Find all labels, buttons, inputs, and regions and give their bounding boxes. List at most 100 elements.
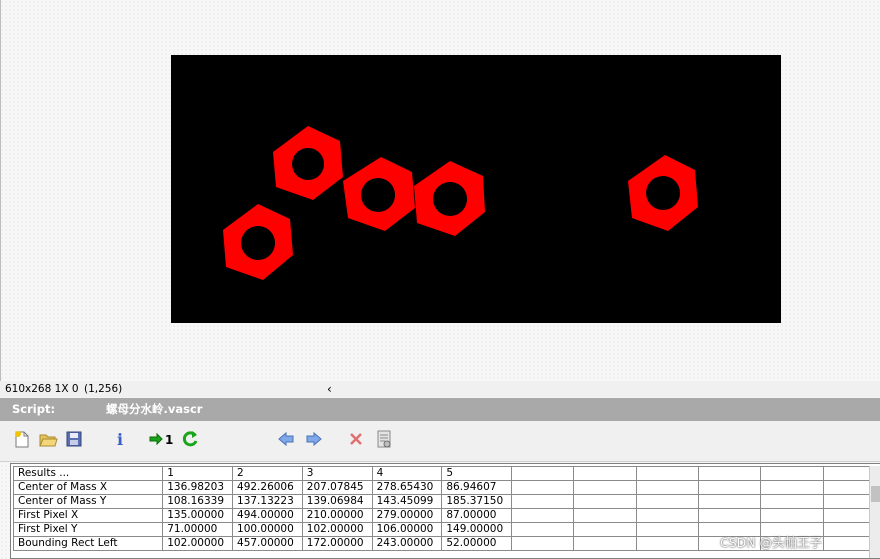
watermark: CSDN @头帕王子: [720, 532, 822, 551]
table-cell: 143.45099: [372, 495, 442, 509]
table-cell: 172.00000: [302, 537, 372, 551]
run-loop-button[interactable]: [180, 427, 200, 451]
scroll-left-icon[interactable]: ‹: [327, 381, 332, 397]
info-button[interactable]: i: [110, 427, 130, 451]
results-col-header[interactable]: [512, 467, 574, 481]
row-label: First Pixel X: [14, 509, 163, 523]
table-cell: 102.00000: [163, 537, 233, 551]
table-cell: 494.00000: [233, 509, 303, 523]
image-dimensions: 610x268 1X 0: [5, 381, 79, 397]
table-cell: 52.00000: [442, 537, 512, 551]
results-vertical-scrollbar[interactable]: [869, 466, 880, 558]
open-folder-icon: [38, 430, 58, 448]
table-cell: 100.00000: [233, 523, 303, 537]
previous-button[interactable]: [276, 427, 296, 451]
run-step-button[interactable]: 1: [148, 427, 176, 451]
table-cell: 136.98203: [163, 481, 233, 495]
table-cell: 102.00000: [302, 523, 372, 537]
info-icon: i: [117, 430, 123, 449]
table-cell: 135.00000: [163, 509, 233, 523]
table-row[interactable]: First Pixel X 135.00000 494.00000 210.00…: [14, 509, 880, 523]
table-cell: 243.00000: [372, 537, 442, 551]
script-label: Script:: [12, 398, 55, 421]
table-cell: 278.65430: [372, 481, 442, 495]
table-cell: [636, 523, 698, 537]
results-col-header[interactable]: 1: [163, 467, 233, 481]
new-script-button[interactable]: [12, 427, 32, 451]
save-script-button[interactable]: [64, 427, 84, 451]
table-cell: 210.00000: [302, 509, 372, 523]
table-cell: 108.16339: [163, 495, 233, 509]
table-cell: [636, 509, 698, 523]
nut-blobs: [171, 55, 781, 323]
table-cell: 185.37150: [442, 495, 512, 509]
properties-button[interactable]: [374, 427, 394, 451]
results-col-header[interactable]: [761, 467, 823, 481]
table-cell: [699, 495, 761, 509]
open-script-button[interactable]: [38, 427, 58, 451]
table-cell: [636, 495, 698, 509]
row-label: Center of Mass Y: [14, 495, 163, 509]
table-cell: 106.00000: [372, 523, 442, 537]
row-label: First Pixel Y: [14, 523, 163, 537]
table-cell: [512, 509, 574, 523]
table-cell: 279.00000: [372, 509, 442, 523]
table-cell: 71.00000: [163, 523, 233, 537]
table-cell: [574, 523, 636, 537]
table-cell: 137.13223: [233, 495, 303, 509]
results-col-header[interactable]: 3: [302, 467, 372, 481]
scrollbar-thumb[interactable]: [871, 486, 880, 502]
table-cell: [699, 509, 761, 523]
new-script-icon: [13, 429, 31, 449]
next-button[interactable]: [304, 427, 324, 451]
table-row[interactable]: Center of Mass X 136.98203 492.26006 207…: [14, 481, 880, 495]
arrow-right-icon: [305, 431, 323, 447]
table-cell: [574, 481, 636, 495]
table-cell: [574, 509, 636, 523]
run-loop-icon: [180, 429, 200, 449]
table-cell: 87.00000: [442, 509, 512, 523]
nut-blob-3: [414, 161, 485, 236]
table-cell: [574, 537, 636, 551]
results-header-title[interactable]: Results ...: [14, 467, 163, 481]
svg-text:1: 1: [165, 433, 173, 447]
table-cell: [636, 537, 698, 551]
table-cell: [512, 495, 574, 509]
row-label: Bounding Rect Left: [14, 537, 163, 551]
results-col-header[interactable]: 5: [442, 467, 512, 481]
table-cell: 457.00000: [233, 537, 303, 551]
delete-button[interactable]: [346, 427, 366, 451]
results-col-header[interactable]: [574, 467, 636, 481]
script-toolbar: i 1: [0, 421, 880, 462]
image-canvas[interactable]: [171, 55, 781, 323]
nut-blob-5: [628, 155, 698, 231]
table-cell: [636, 481, 698, 495]
results-col-header[interactable]: [636, 467, 698, 481]
table-cell: [699, 481, 761, 495]
results-header-row: Results ... 1 2 3 4 5: [14, 467, 880, 481]
save-disk-icon: [65, 430, 83, 448]
cursor-coordinates: (1,256): [84, 381, 122, 397]
left-border: [0, 0, 1, 383]
properties-icon: [375, 429, 393, 449]
row-label: Center of Mass X: [14, 481, 163, 495]
table-cell: 86.94607: [442, 481, 512, 495]
table-cell: [761, 495, 823, 509]
table-cell: [761, 481, 823, 495]
table-row[interactable]: Center of Mass Y 108.16339 137.13223 139…: [14, 495, 880, 509]
nut-blob-4: [223, 204, 293, 280]
results-col-header[interactable]: 4: [372, 467, 442, 481]
script-panel-header: Script: 螺母分水岭.vascr: [0, 398, 880, 421]
table-cell: [512, 523, 574, 537]
nut-blob-2: [343, 157, 415, 231]
results-col-header[interactable]: [699, 467, 761, 481]
status-bar: 610x268 1X 0 (1,256) ‹: [0, 381, 880, 397]
script-filename: 螺母分水岭.vascr: [106, 398, 202, 421]
table-cell: 207.07845: [302, 481, 372, 495]
table-cell: 492.26006: [233, 481, 303, 495]
table-cell: [512, 481, 574, 495]
table-cell: 139.06984: [302, 495, 372, 509]
results-col-header[interactable]: 2: [233, 467, 303, 481]
delete-x-icon: [347, 430, 365, 448]
table-cell: [574, 495, 636, 509]
